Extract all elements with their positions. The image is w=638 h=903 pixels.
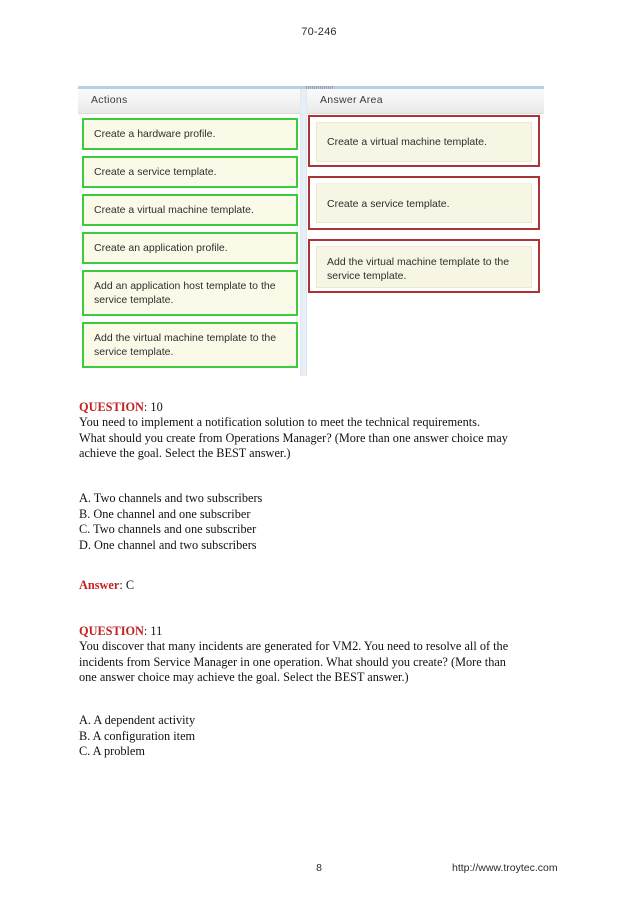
drag-drop-exhibit: Actions Answer Area Create a hardware pr… (78, 86, 544, 376)
answer-slot-label: Create a virtual machine template. (316, 122, 532, 162)
question-10-option[interactable]: A. Two channels and two subscribers (79, 491, 549, 507)
column-header-answer-area: Answer Area (320, 94, 383, 106)
question-11-heading: QUESTION: 11 (79, 624, 549, 640)
action-tile[interactable]: Create a service template. (82, 156, 298, 188)
question-10-stem-line: What should you create from Operations M… (79, 430, 508, 445)
answer-slot[interactable]: Create a virtual machine template. (308, 115, 540, 167)
answer-line: Answer: C (79, 578, 549, 594)
question-11-option[interactable]: C. A problem (79, 744, 549, 760)
question-11-number: 11 (150, 624, 163, 638)
action-tile[interactable]: Create an application profile. (82, 232, 298, 264)
question-10-options: A. Two channels and two subscribers B. O… (79, 491, 549, 553)
page-header-exam-code: 70-246 (301, 26, 337, 38)
question-11-label: QUESTION (79, 624, 144, 638)
question-11-stem-line: one answer choice may achieve the goal. … (79, 670, 409, 685)
actions-column: Create a hardware profile. Create a serv… (82, 118, 298, 374)
question-11-stem: You discover that many incidents are gen… (79, 639, 549, 686)
answer-label: Answer (79, 578, 120, 592)
question-11-stem-line: incidents from Service Manager in one op… (79, 654, 506, 669)
answer-slot-label: Add the virtual machine template to the … (316, 246, 532, 288)
question-11-options: A. A dependent activity B. A configurati… (79, 713, 549, 760)
question-10-label: QUESTION (79, 400, 144, 414)
question-10-stem-line: achieve the goal. Select the BEST answer… (79, 446, 291, 461)
question-10-heading: QUESTION: 10 (79, 400, 549, 416)
answer-slot-label: Create a service template. (316, 183, 532, 223)
answer-slot[interactable]: Create a service template. (308, 176, 540, 230)
question-11-option[interactable]: B. A configuration item (79, 729, 549, 745)
question-10-number: 10 (150, 400, 163, 414)
question-10-stem-line: You need to implement a notification sol… (79, 415, 481, 429)
action-tile[interactable]: Add an application host template to the … (82, 270, 298, 316)
answer-slot[interactable]: Add the virtual machine template to the … (308, 239, 540, 293)
action-tile[interactable]: Add the virtual machine template to the … (82, 322, 298, 368)
question-10-option[interactable]: B. One channel and one subscriber (79, 507, 549, 523)
column-divider[interactable] (300, 89, 307, 376)
exhibit-column-header-band (78, 89, 544, 114)
answer-value: C (125, 578, 135, 592)
column-header-actions: Actions (91, 94, 128, 106)
question-11-option[interactable]: A. A dependent activity (79, 713, 549, 729)
question-10-option[interactable]: C. Two channels and one subscriber (79, 522, 549, 538)
action-tile[interactable]: Create a hardware profile. (82, 118, 298, 150)
action-tile[interactable]: Create a virtual machine template. (82, 194, 298, 226)
question-10-stem: You need to implement a notification sol… (79, 415, 549, 462)
answer-area-column: Create a virtual machine template. Creat… (308, 115, 540, 302)
question-10-option[interactable]: D. One channel and two subscribers (79, 538, 549, 554)
footer-url: http://www.troytec.com (452, 862, 558, 874)
question-11-stem-line: You discover that many incidents are gen… (79, 639, 509, 653)
